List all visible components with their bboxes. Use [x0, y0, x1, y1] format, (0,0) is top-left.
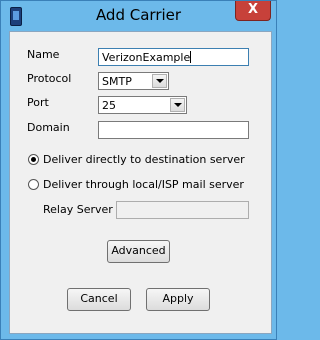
name-input[interactable]: VerizonExample	[98, 48, 249, 66]
radio-deliver-isp-label[interactable]: Deliver through local/ISP mail server	[43, 178, 244, 191]
advanced-button[interactable]: Advanced	[107, 240, 170, 263]
name-label: Name	[27, 48, 60, 61]
protocol-select[interactable]: SMTP	[98, 72, 169, 90]
close-button[interactable]: X	[235, 1, 271, 21]
cancel-button[interactable]: Cancel	[67, 288, 131, 311]
domain-input[interactable]	[98, 121, 249, 139]
dialog-window: Add Carrier X Name VerizonExample Protoc…	[0, 0, 277, 340]
port-label: Port	[27, 96, 49, 109]
port-value: 25	[102, 99, 116, 112]
relay-server-label: Relay Server	[43, 203, 113, 216]
protocol-label: Protocol	[27, 72, 72, 85]
chevron-down-icon[interactable]	[152, 74, 167, 88]
name-value: VerizonExample	[102, 51, 191, 64]
relay-server-input[interactable]	[116, 201, 249, 219]
apply-button[interactable]: Apply	[146, 288, 210, 311]
port-select[interactable]: 25	[98, 96, 187, 114]
close-icon: X	[247, 2, 259, 17]
radio-deliver-direct[interactable]	[28, 154, 39, 165]
dialog-client-area: Name VerizonExample Protocol SMTP Port 2…	[9, 31, 272, 334]
radio-deliver-direct-label[interactable]: Deliver directly to destination server	[43, 153, 245, 166]
protocol-value: SMTP	[102, 75, 132, 88]
radio-deliver-isp[interactable]	[28, 179, 39, 190]
text-caret	[190, 51, 192, 63]
chevron-down-icon[interactable]	[170, 98, 185, 112]
domain-label: Domain	[27, 121, 70, 134]
